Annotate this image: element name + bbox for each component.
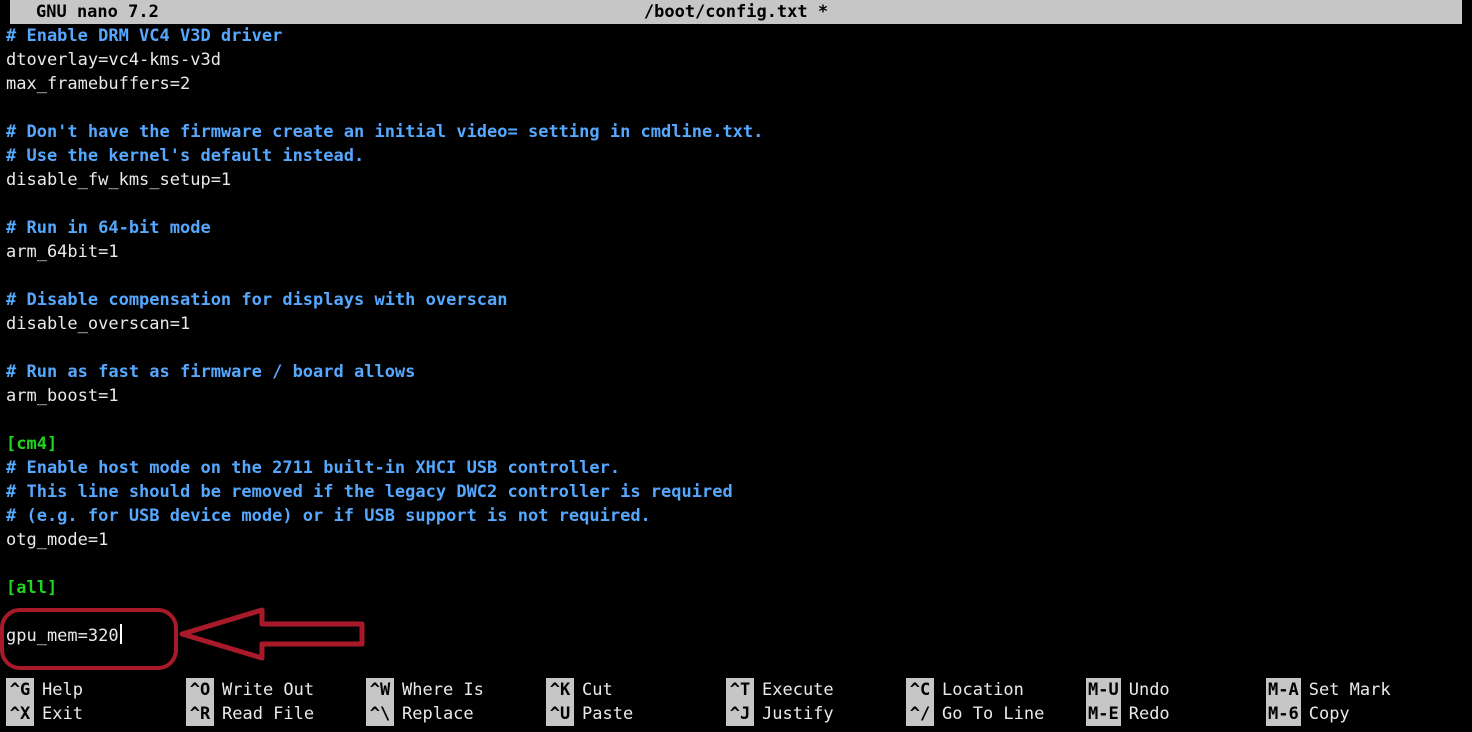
editor-line: [cm4] <box>6 432 1466 456</box>
shortcut-label: Undo <box>1129 678 1170 702</box>
editor-line: # Disable compensation for displays with… <box>6 288 1466 312</box>
editor-area[interactable]: # Enable DRM VC4 V3D driverdtoverlay=vc4… <box>0 24 1472 648</box>
editor-line: # (e.g. for USB device mode) or if USB s… <box>6 504 1466 528</box>
nano-shortcut-bar: ^G Help ^O Write Out ^W Where Is ^K Cut ^T Execut… <box>0 678 1472 726</box>
shortcut-redo[interactable]: M-E Redo <box>1086 702 1266 726</box>
shortcut-location[interactable]: ^C Location <box>906 678 1086 702</box>
shortcut-where-is[interactable]: ^W Where Is <box>366 678 546 702</box>
shortcut-exit[interactable]: ^X Exit <box>6 702 186 726</box>
shortcut-execute[interactable]: ^T Execute <box>726 678 906 702</box>
shortcut-write-out[interactable]: ^O Write Out <box>186 678 366 702</box>
shortcut-key: M-A <box>1266 678 1301 702</box>
shortcut-key: ^O <box>186 678 214 702</box>
shortcut-key: ^U <box>546 702 574 726</box>
shortcut-justify[interactable]: ^J Justify <box>726 702 906 726</box>
editor-line <box>6 264 1466 288</box>
shortcut-label: Cut <box>582 678 613 702</box>
text-cursor <box>120 624 122 644</box>
editor-line: # Run as fast as firmware / board allows <box>6 360 1466 384</box>
shortcut-label: Write Out <box>222 678 314 702</box>
shortcut-label: Copy <box>1309 702 1350 726</box>
editor-line: # Run in 64-bit mode <box>6 216 1466 240</box>
shortcut-read-file[interactable]: ^R Read File <box>186 702 366 726</box>
editor-line: [all] <box>6 576 1466 600</box>
editor-line: disable_fw_kms_setup=1 <box>6 168 1466 192</box>
shortcut-paste[interactable]: ^U Paste <box>546 702 726 726</box>
shortcut-label: Help <box>42 678 83 702</box>
shortcut-label: Exit <box>42 702 83 726</box>
shortcut-label: Redo <box>1129 702 1170 726</box>
shortcut-go-to-line[interactable]: ^/ Go To Line <box>906 702 1086 726</box>
shortcut-label: Set Mark <box>1309 678 1391 702</box>
editor-line <box>6 192 1466 216</box>
shortcut-label: Read File <box>222 702 314 726</box>
editor-line: otg_mode=1 <box>6 528 1466 552</box>
editor-line: dtoverlay=vc4-kms-v3d <box>6 48 1466 72</box>
shortcut-label: Location <box>942 678 1024 702</box>
file-name: /boot/config.txt * <box>644 0 828 24</box>
editor-line: arm_64bit=1 <box>6 240 1466 264</box>
shortcut-label: Execute <box>762 678 834 702</box>
editor-line: disable_overscan=1 <box>6 312 1466 336</box>
shortcut-key: ^/ <box>906 702 934 726</box>
editor-line: # Don't have the firmware create an init… <box>6 120 1466 144</box>
shortcut-key: ^G <box>6 678 34 702</box>
shortcut-undo[interactable]: M-U Undo <box>1086 678 1266 702</box>
shortcut-key: ^J <box>726 702 754 726</box>
editor-line: arm_boost=1 <box>6 384 1466 408</box>
shortcut-label: Go To Line <box>942 702 1044 726</box>
shortcut-key: ^T <box>726 678 754 702</box>
shortcut-key: ^R <box>186 702 214 726</box>
shortcut-key: ^X <box>6 702 34 726</box>
shortcut-key: ^C <box>906 678 934 702</box>
app-name: GNU nano 7.2 <box>36 0 159 24</box>
editor-line: # Use the kernel's default instead. <box>6 144 1466 168</box>
shortcut-key: ^\ <box>366 702 394 726</box>
editor-line: # This line should be removed if the leg… <box>6 480 1466 504</box>
editor-line: # Enable host mode on the 2711 built-in … <box>6 456 1466 480</box>
editor-line: # Enable DRM VC4 V3D driver <box>6 24 1466 48</box>
shortcut-label: Where Is <box>402 678 484 702</box>
shortcut-set-mark[interactable]: M-A Set Mark <box>1266 678 1456 702</box>
shortcut-copy[interactable]: M-6 Copy <box>1266 702 1456 726</box>
shortcut-help[interactable]: ^G Help <box>6 678 186 702</box>
shortcut-label: Justify <box>762 702 834 726</box>
shortcut-key: M-U <box>1086 678 1121 702</box>
editor-line <box>6 600 1466 624</box>
editor-line <box>6 408 1466 432</box>
editor-line <box>6 552 1466 576</box>
editor-line: max_framebuffers=2 <box>6 72 1466 96</box>
shortcut-replace[interactable]: ^\ Replace <box>366 702 546 726</box>
nano-titlebar: GNU nano 7.2 /boot/config.txt * <box>10 0 1462 24</box>
editor-line <box>6 336 1466 360</box>
shortcut-label: Replace <box>402 702 474 726</box>
editor-line <box>6 96 1466 120</box>
shortcut-key: ^W <box>366 678 394 702</box>
shortcut-label: Paste <box>582 702 633 726</box>
shortcut-key: M-E <box>1086 702 1121 726</box>
editor-line: gpu_mem=320 <box>6 624 1466 648</box>
shortcut-key: M-6 <box>1266 702 1301 726</box>
shortcut-key: ^K <box>546 678 574 702</box>
shortcut-cut[interactable]: ^K Cut <box>546 678 726 702</box>
